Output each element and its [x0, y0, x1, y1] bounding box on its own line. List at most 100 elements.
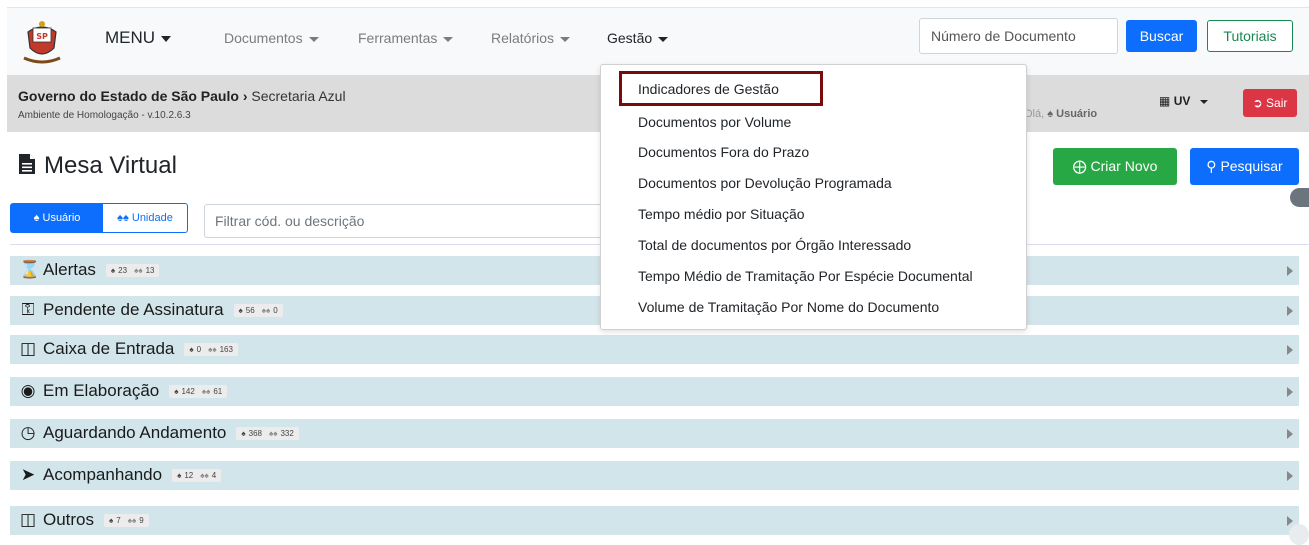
user-icon: ♠ — [174, 387, 179, 397]
count-badge: ♠ 7 ♠♠ 9 — [104, 514, 149, 528]
list-item-em-elaboracao[interactable]: ◉ Em Elaboração ♠ 142 ♠♠ 61 — [10, 377, 1299, 406]
filter-input[interactable]: Filtrar cód. ou descrição — [204, 204, 619, 238]
list-item-label: Aguardando Andamento — [43, 423, 227, 442]
menu-item-documentos-fora-prazo[interactable]: Documentos Fora do Prazo — [638, 144, 809, 160]
unit-count: 13 — [145, 266, 155, 276]
user-icon: ♠ — [109, 516, 114, 526]
chevron-right-icon — [1287, 266, 1293, 276]
inbox-icon: ◫ — [19, 339, 37, 358]
nav-label: Ferramentas — [358, 30, 438, 46]
tab-usuario[interactable]: ♠ Usuário — [11, 204, 103, 232]
file-text-icon — [19, 154, 35, 174]
chevron-right-icon — [1287, 516, 1293, 526]
user-icon: ♠ — [238, 306, 243, 316]
breadcrumb-org: Governo do Estado de São Paulo — [18, 88, 239, 104]
user-count: 142 — [181, 387, 195, 397]
breadcrumb-separator: › — [242, 88, 248, 104]
sp-coat-of-arms-logo[interactable]: SP — [20, 18, 64, 66]
user-name: Usuário — [1056, 108, 1098, 120]
list-item-aguardando-andamento[interactable]: ◷ Aguardando Andamento ♠ 368 ♠♠ 332 — [10, 419, 1299, 448]
users-icon: ♠♠ — [200, 471, 209, 481]
greeting-text: Olá, — [1024, 108, 1045, 120]
scroll-to-top-button[interactable] — [1289, 524, 1309, 545]
breadcrumb: Governo do Estado de São Paulo › Secreta… — [18, 88, 346, 104]
list-item-acompanhando[interactable]: ➤ Acompanhando ♠ 12 ♠♠ 4 — [10, 461, 1299, 490]
users-icon: ♠♠ — [117, 212, 129, 224]
list-item-caixa-entrada[interactable]: ◫ Caixa de Entrada ♠ 0 ♠♠ 163 — [10, 335, 1299, 364]
nav-documentos[interactable]: Documentos — [224, 30, 319, 46]
menu-item-total-orgao-interessado[interactable]: Total de documentos por Órgão Interessad… — [638, 237, 911, 253]
chevron-right-icon — [1287, 345, 1293, 355]
menu-item-tempo-medio-situacao[interactable]: Tempo médio por Situação — [638, 206, 805, 222]
search-icon: ⚲ — [1206, 158, 1217, 174]
plus-circle-icon: ⨁ — [1072, 158, 1087, 174]
menu-item-volume-tramitacao[interactable]: Volume de Tramitação Por Nome do Documen… — [638, 299, 939, 315]
svg-text:SP: SP — [36, 32, 48, 41]
page-title-text: Mesa Virtual — [44, 152, 177, 179]
search-documents-button[interactable]: ⚲ Pesquisar — [1190, 148, 1299, 185]
users-icon: ♠♠ — [201, 387, 211, 397]
gear-icon[interactable] — [1290, 188, 1309, 207]
logout-button[interactable]: ➲ Sair — [1243, 89, 1297, 117]
users-icon: ♠♠ — [261, 306, 271, 316]
unit-selector[interactable]: ▦ UV — [1159, 94, 1208, 108]
sign-out-icon: ➲ — [1252, 96, 1263, 110]
list-item-label: Outros — [43, 510, 95, 529]
tutorials-button[interactable]: Tutoriais — [1207, 20, 1293, 52]
user-icon: ♠ — [1047, 108, 1054, 120]
user-count: 23 — [118, 266, 128, 276]
nav-ferramentas[interactable]: Ferramentas — [358, 30, 454, 46]
menu-label: MENU — [105, 28, 156, 47]
view-toggle: ♠ Usuário ♠♠ Unidade — [10, 203, 188, 233]
nav-gestao[interactable]: Gestão — [607, 30, 669, 46]
menu-toggle[interactable]: MENU — [105, 28, 172, 48]
tab-label: Unidade — [131, 212, 173, 224]
tab-label: Usuário — [42, 212, 81, 224]
user-greeting: Olá, ♠ Usuário — [1024, 108, 1097, 120]
search-label: Pesquisar — [1220, 158, 1283, 174]
tab-unidade[interactable]: ♠♠ Unidade — [103, 204, 187, 232]
users-icon: ♠♠ — [127, 516, 137, 526]
document-number-input[interactable]: Número de Documento — [919, 18, 1118, 54]
user-icon: ♠ — [189, 345, 194, 355]
key-icon: ⚿ — [21, 300, 35, 319]
logout-label: Sair — [1266, 96, 1288, 110]
user-icon: ♠ — [241, 429, 246, 439]
caret-down-icon — [443, 36, 454, 42]
nav-label: Gestão — [607, 30, 653, 46]
count-badge: ♠ 23 ♠♠ 13 — [105, 264, 160, 278]
building-icon: ▦ — [1159, 94, 1171, 108]
caret-down-icon — [658, 36, 669, 42]
breadcrumb-secretaria: Secretaria Azul — [251, 88, 346, 104]
clock-icon: ◷ — [20, 423, 36, 442]
count-badge: ♠ 56 ♠♠ 0 — [233, 304, 283, 318]
create-new-button[interactable]: ⨁ Criar Novo — [1053, 148, 1177, 185]
menu-item-devolucao-programada[interactable]: Documentos por Devolução Programada — [638, 175, 892, 191]
chevron-right-icon — [1287, 306, 1293, 316]
menu-item-tempo-medio-tramitacao[interactable]: Tempo Médio de Tramitação Por Espécie Do… — [638, 268, 973, 284]
menu-item-indicadores-gestao[interactable]: Indicadores de Gestão — [638, 81, 779, 97]
search-button[interactable]: Buscar — [1126, 20, 1197, 52]
unit-label: UV — [1173, 94, 1191, 108]
inbox-icon: ◫ — [19, 510, 37, 529]
unit-count: 4 — [211, 471, 217, 481]
menu-item-documentos-volume[interactable]: Documentos por Volume — [638, 114, 791, 130]
list-item-label: Alertas — [43, 260, 96, 279]
caret-down-icon — [308, 36, 319, 42]
list-item-label: Acompanhando — [43, 465, 163, 484]
lightbulb-icon: ◉ — [20, 381, 36, 400]
chevron-right-icon — [1287, 387, 1293, 397]
user-count: 368 — [248, 429, 262, 439]
unit-count: 0 — [273, 306, 278, 316]
list-item-label: Pendente de Assinatura — [43, 300, 224, 319]
user-count: 0 — [196, 345, 202, 355]
tags-icon: ➤ — [20, 465, 36, 484]
unit-count: 332 — [280, 429, 294, 439]
nav-relatorios[interactable]: Relatórios — [491, 30, 571, 46]
nav-label: Documentos — [224, 30, 303, 46]
users-icon: ♠♠ — [208, 345, 217, 355]
environment-label: Ambiente de Homologação - v.10.2.6.3 — [18, 110, 191, 121]
list-item-outros[interactable]: ◫ Outros ♠ 7 ♠♠ 9 — [10, 506, 1299, 535]
count-badge: ♠ 0 ♠♠ 163 — [184, 343, 238, 357]
nav-label: Relatórios — [491, 30, 555, 46]
